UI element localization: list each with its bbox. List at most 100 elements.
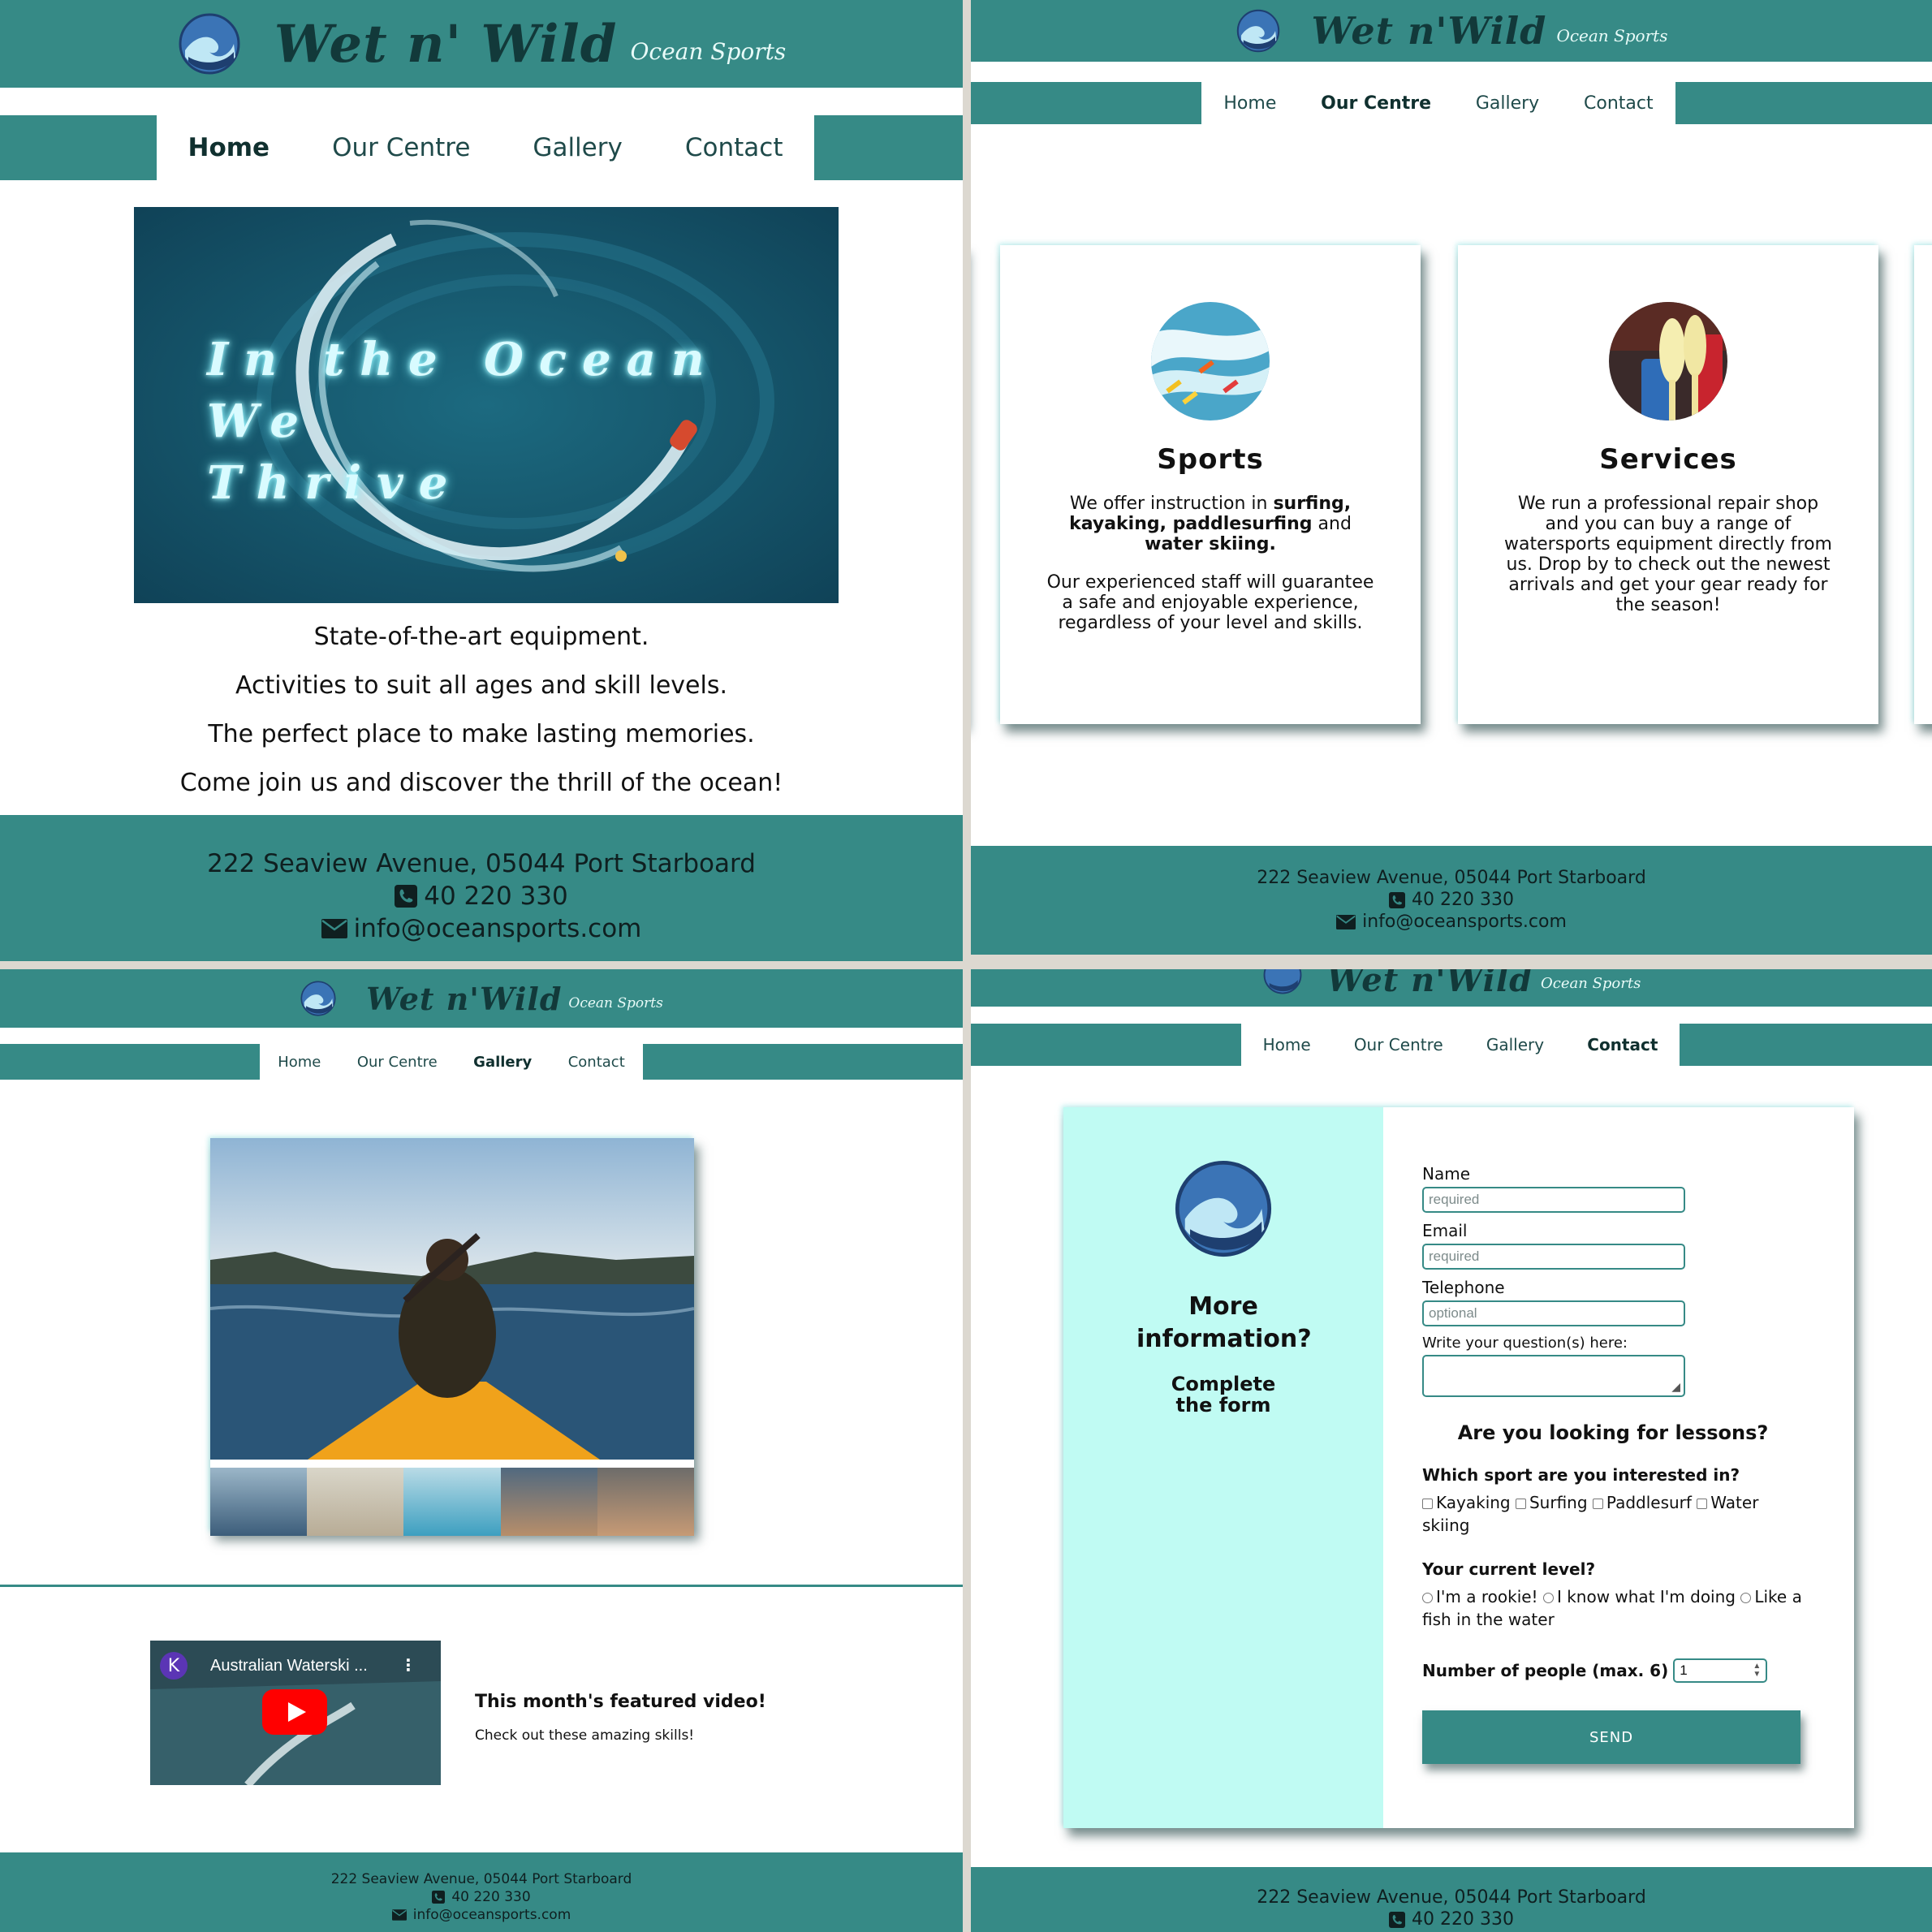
level-option-intermediate[interactable]: I know what I'm doing — [1542, 1587, 1736, 1606]
nav-gallery[interactable]: Gallery — [533, 133, 622, 162]
send-button[interactable]: SEND — [1422, 1710, 1800, 1764]
site-footer: 222 Seaview Avenue, 05044 Port Starboard… — [0, 1852, 963, 1932]
nav-contact[interactable]: Contact — [1587, 1035, 1658, 1054]
site-header: Wet n'Wild Ocean Sports — [971, 0, 1932, 62]
section-divider — [0, 1585, 963, 1587]
people-value: 1 — [1680, 1662, 1688, 1678]
brand-name[interactable]: Wet n' Wild — [274, 14, 618, 75]
nav-home[interactable]: Home — [278, 1054, 321, 1071]
radio-button[interactable] — [1740, 1593, 1752, 1603]
footer-email[interactable]: info@oceansports.com — [971, 911, 1932, 933]
people-number-input[interactable]: 1 ▲ ▼ — [1673, 1658, 1768, 1683]
checkbox[interactable] — [1697, 1499, 1708, 1509]
thumbnail-beach[interactable] — [307, 1468, 404, 1536]
contact-page-panel: Wet n'Wild Ocean Sports Home Our Centre … — [971, 969, 1932, 1932]
brand-tagline: Ocean Sports — [630, 37, 787, 65]
footer-email-text[interactable]: info@oceansports.com — [354, 912, 642, 945]
brand-name[interactable]: Wet n'Wild — [366, 981, 562, 1017]
level-options: I'm a rookie! I know what I'm doing Like… — [1422, 1585, 1804, 1631]
nav-contact[interactable]: Contact — [685, 133, 783, 162]
nav-our-centre[interactable]: Our Centre — [1321, 93, 1431, 114]
thumbnail-kayak[interactable] — [210, 1468, 308, 1536]
featured-video-embed[interactable]: K Australian Waterski ... ⋮ — [150, 1641, 441, 1785]
email-label: Email — [1422, 1221, 1468, 1240]
nav-our-centre[interactable]: Our Centre — [357, 1054, 438, 1071]
email-input[interactable] — [1422, 1244, 1685, 1270]
telephone-label: Telephone — [1422, 1278, 1505, 1297]
gallery-page-panel: Wet n'Wild Ocean Sports Home Our Centre … — [0, 969, 963, 1932]
wave-logo-icon[interactable] — [177, 11, 242, 76]
brand-name[interactable]: Wet n'Wild — [1312, 9, 1547, 53]
contact-sidebar: More information? Complete the form — [1063, 1107, 1383, 1828]
footer-email[interactable]: info@oceansports.com — [0, 1906, 963, 1924]
nav-contact[interactable]: Contact — [568, 1054, 625, 1071]
nav-gallery[interactable]: Gallery — [1476, 93, 1539, 114]
contact-form-card: More information? Complete the form Name… — [1063, 1107, 1854, 1828]
nav-home[interactable]: Home — [1223, 93, 1276, 114]
phone-icon — [1389, 891, 1406, 908]
wave-logo-icon[interactable] — [1262, 969, 1303, 995]
sports-card: Sports We offer instruction in surfing, … — [1000, 245, 1421, 724]
nav-home[interactable]: Home — [1263, 1035, 1311, 1054]
lessons-heading: Are you looking for lessons? — [1457, 1421, 1769, 1444]
footer-email-text[interactable]: info@oceansports.com — [1362, 911, 1567, 933]
telephone-input[interactable] — [1422, 1300, 1685, 1326]
site-footer: 222 Seaview Avenue, 05044 Port Starboard… — [971, 1867, 1932, 1932]
thumbnail-wave[interactable] — [403, 1468, 501, 1536]
sport-options: Kayaking Surfing Paddlesurf Water skiing — [1422, 1491, 1804, 1537]
nav-our-centre[interactable]: Our Centre — [332, 133, 470, 162]
level-option-label: I'm a rookie! — [1436, 1587, 1538, 1606]
question-textarea[interactable]: ◢ — [1422, 1355, 1685, 1397]
main-nav: Home Our Centre Gallery Contact — [1201, 82, 1675, 124]
site-footer: 222 Seaview Avenue, 05044 Port Starboard… — [971, 846, 1932, 955]
thumbnail-palms[interactable] — [500, 1468, 597, 1536]
nav-home[interactable]: Home — [188, 133, 270, 162]
gallery-main-photo[interactable] — [209, 1138, 695, 1460]
thumbnail-bonfire[interactable] — [597, 1468, 695, 1536]
footer-phone-text: 40 220 330 — [1412, 1909, 1514, 1930]
footer-email-text[interactable]: info@oceansports.com — [413, 1906, 571, 1924]
footer-address: 222 Seaview Avenue, 05044 Port Starboard — [330, 1871, 632, 1887]
video-title[interactable]: Australian Waterski ... — [210, 1657, 368, 1675]
nav-gallery[interactable]: Gallery — [1486, 1035, 1544, 1054]
thumbnail-strip — [210, 1468, 695, 1536]
our-centre-page-panel: Wet n'Wild Ocean Sports Home Our Centre … — [971, 0, 1932, 955]
name-label: Name — [1422, 1164, 1471, 1184]
services-image — [1609, 302, 1727, 420]
checkbox[interactable] — [1592, 1499, 1603, 1509]
radio-button[interactable] — [1422, 1593, 1433, 1603]
main-nav: Home Our Centre Gallery Contact — [260, 1044, 643, 1080]
nav-gallery[interactable]: Gallery — [473, 1054, 532, 1071]
youtube-play-icon[interactable] — [262, 1689, 327, 1735]
radio-button[interactable] — [1542, 1593, 1554, 1603]
nav-our-centre[interactable]: Our Centre — [1354, 1035, 1443, 1054]
sport-option-kayaking[interactable]: Kayaking — [1422, 1493, 1511, 1512]
checkbox[interactable] — [1422, 1499, 1433, 1509]
channel-avatar[interactable]: K — [160, 1652, 188, 1680]
kebab-menu-icon[interactable]: ⋮ — [400, 1655, 416, 1675]
checkbox[interactable] — [1515, 1499, 1526, 1509]
nav-contact[interactable]: Contact — [1584, 93, 1654, 114]
card-partial-right — [1914, 245, 1932, 724]
footer-address: 222 Seaview Avenue, 05044 Port Starboard — [1257, 1887, 1646, 1908]
services-description: We run a professional repair shop and yo… — [1504, 494, 1832, 615]
wave-logo-icon[interactable] — [300, 980, 337, 1017]
footer-email[interactable]: info@oceansports.com — [0, 912, 963, 945]
level-option-rookie[interactable]: I'm a rookie! — [1422, 1587, 1538, 1606]
sports-image — [1151, 302, 1270, 420]
sport-option-paddlesurf[interactable]: Paddlesurf — [1592, 1493, 1692, 1512]
spinner-arrows-icon[interactable]: ▲ ▼ — [1753, 1662, 1761, 1679]
name-input[interactable] — [1422, 1187, 1685, 1213]
featured-video-title: This month's featured video! — [475, 1692, 766, 1712]
sport-question: Which sport are you interested in? — [1422, 1465, 1740, 1485]
sport-option-surfing[interactable]: Surfing — [1515, 1493, 1588, 1512]
resize-handle-icon[interactable]: ◢ — [1671, 1381, 1680, 1394]
wave-logo-icon[interactable] — [1236, 8, 1281, 54]
phone-icon — [1389, 1911, 1406, 1928]
sport-option-label: Kayaking — [1436, 1493, 1511, 1512]
contact-side-title: More information? — [1136, 1292, 1312, 1353]
brand-name[interactable]: Wet n'Wild — [1327, 969, 1533, 997]
hero-image: In the Ocean We Thrive — [134, 207, 839, 603]
phone-icon — [432, 1891, 446, 1904]
level-option-label: I know what I'm doing — [1556, 1587, 1736, 1606]
